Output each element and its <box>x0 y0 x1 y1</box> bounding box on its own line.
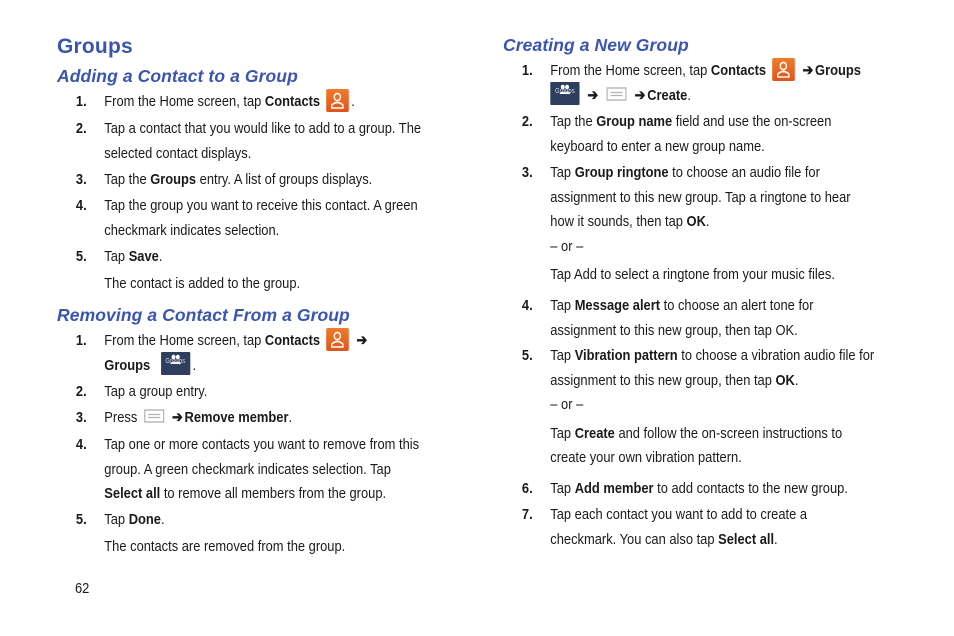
contacts-icon <box>772 57 795 81</box>
or-separator: – or – <box>550 396 584 413</box>
arrow-icon: ➔ <box>634 86 646 104</box>
step-alternative: Tap Add to select a ringtone from your m… <box>550 266 835 283</box>
arrow-icon: ➔ <box>171 409 183 426</box>
section-heading-adding: Adding a Contact to a Group <box>57 66 298 86</box>
step-note: The contact is added to the group. <box>104 274 301 292</box>
step-alternative: Tap Create and follow the on-screen inst… <box>550 424 843 442</box>
page-title: Groups <box>57 35 133 58</box>
groups-icon: Groups <box>160 352 190 376</box>
step-number: 1. <box>75 93 87 110</box>
step-note: The contacts are removed from the group. <box>104 537 346 555</box>
page-number: 62 <box>75 580 90 597</box>
section-heading-removing: Removing a Contact From a Group <box>57 305 350 325</box>
arrow-icon: ➔ <box>587 86 599 104</box>
arrow-icon: ➔ <box>802 62 814 79</box>
contacts-icon <box>326 327 349 351</box>
menu-icon <box>606 86 627 102</box>
groups-icon: Groups <box>550 82 580 106</box>
or-separator: – or – <box>550 237 584 255</box>
arrow-icon: ➔ <box>356 332 368 349</box>
contacts-icon <box>326 88 349 112</box>
section-heading-creating: Creating a New Group <box>503 35 689 55</box>
menu-icon <box>143 408 164 424</box>
